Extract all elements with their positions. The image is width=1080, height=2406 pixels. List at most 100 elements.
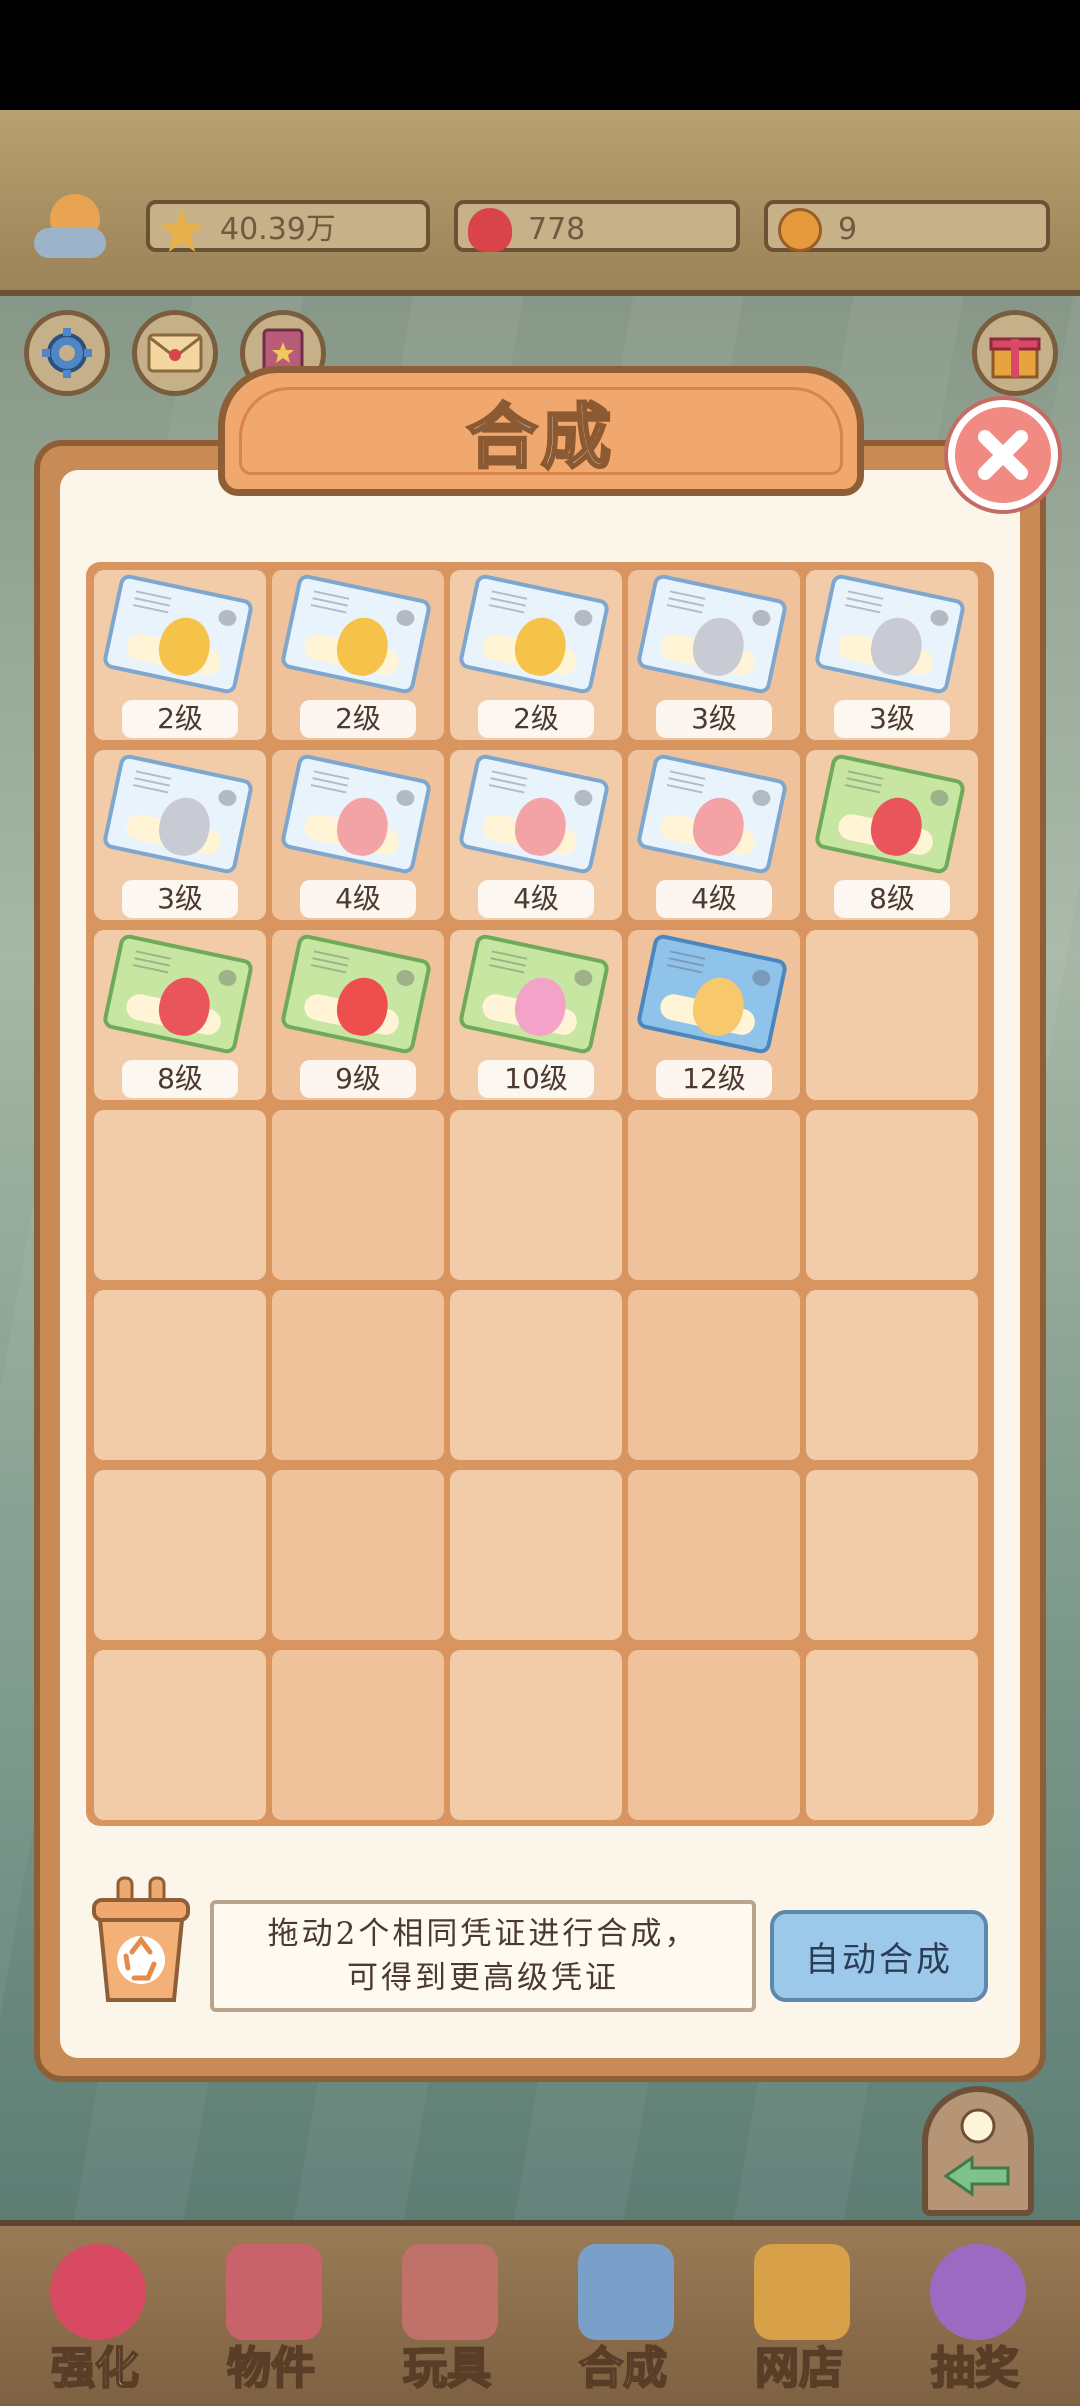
- envelope-icon: [147, 333, 203, 373]
- grid-cell[interactable]: [806, 1110, 978, 1280]
- grid-cell[interactable]: [628, 1110, 800, 1280]
- coins-value: 9: [838, 212, 858, 247]
- grid-cell[interactable]: [628, 1470, 800, 1640]
- stars-counter: 40.39万: [146, 200, 430, 252]
- merge-grid: 2级 2级 2级 3级 3级 3级 4级 4级 4级 8级 8级 9级 10级 12级: [86, 562, 994, 1826]
- top-resource-bar: 40.39万 778 9: [0, 110, 1080, 296]
- merge-card[interactable]: [457, 572, 614, 700]
- grid-cell[interactable]: [272, 1470, 444, 1640]
- grid-cell[interactable]: [450, 1110, 622, 1280]
- card-level-label: 3级: [834, 700, 950, 738]
- grid-cell[interactable]: 4级: [450, 750, 622, 920]
- weather-icon[interactable]: [30, 194, 114, 274]
- grid-cell[interactable]: [628, 1290, 800, 1460]
- nav-item[interactable]: 抽奖: [890, 2226, 1060, 2406]
- egg-card-icon: [279, 752, 433, 876]
- gift-icon: [989, 337, 1041, 379]
- grid-cell[interactable]: 4级: [628, 750, 800, 920]
- prize-wheel-icon: [930, 2244, 1026, 2340]
- merge-card[interactable]: [813, 752, 970, 880]
- gift-button[interactable]: [972, 310, 1058, 396]
- door-arrow-icon: [943, 2108, 1010, 2197]
- recycle-icon: [92, 1876, 190, 2002]
- grid-cell[interactable]: 3级: [806, 570, 978, 740]
- auto-merge-button[interactable]: 自动合成: [770, 1910, 988, 2002]
- nav-label: 玩具: [402, 2342, 492, 2395]
- egg-card-icon: [457, 572, 611, 696]
- grid-cell[interactable]: 10级: [450, 930, 622, 1100]
- merge-card[interactable]: [635, 932, 792, 1060]
- grid-cell[interactable]: [272, 1650, 444, 1820]
- hint-line-1: 拖动2个相同凭证进行合成，: [267, 1916, 699, 1952]
- grid-cell[interactable]: [806, 1650, 978, 1820]
- merge-card[interactable]: [279, 572, 436, 700]
- merge-card[interactable]: [635, 572, 792, 700]
- merge-card[interactable]: [813, 572, 970, 700]
- grid-cell[interactable]: [806, 1290, 978, 1460]
- egg-card-icon: [101, 752, 255, 876]
- grid-cell[interactable]: [272, 1290, 444, 1460]
- nav-item[interactable]: 物件: [186, 2226, 356, 2406]
- grid-cell[interactable]: 3级: [94, 750, 266, 920]
- grid-cell[interactable]: 2级: [450, 570, 622, 740]
- recycle-bin[interactable]: [88, 1876, 194, 2006]
- egg-card-icon: [279, 572, 433, 696]
- close-button[interactable]: [948, 400, 1058, 510]
- merge-card[interactable]: [279, 932, 436, 1060]
- merge-hint: 拖动2个相同凭证进行合成， 可得到更高级凭证: [210, 1900, 756, 2012]
- grid-cell[interactable]: [628, 1650, 800, 1820]
- gear-icon: [42, 328, 92, 378]
- grid-cell[interactable]: [450, 1470, 622, 1640]
- grid-cell[interactable]: [272, 1110, 444, 1280]
- card-level-label: 4级: [478, 880, 594, 918]
- nav-label: 强化: [50, 2342, 140, 2395]
- nav-label: 物件: [226, 2342, 316, 2395]
- piano-icon: [226, 2244, 322, 2340]
- grid-cell[interactable]: [806, 930, 978, 1100]
- grid-cell[interactable]: 9级: [272, 930, 444, 1100]
- merge-card[interactable]: [101, 572, 258, 700]
- egg-card-icon: [457, 932, 611, 1056]
- merge-card[interactable]: [101, 932, 258, 1060]
- grid-cell[interactable]: [450, 1650, 622, 1820]
- grid-cell[interactable]: 3级: [628, 570, 800, 740]
- hearts-value: 778: [528, 212, 586, 247]
- panel-title: 合成: [466, 394, 615, 479]
- grid-cell[interactable]: [94, 1110, 266, 1280]
- merge-card[interactable]: [635, 752, 792, 880]
- nav-item[interactable]: 合成: [538, 2226, 708, 2406]
- exit-door-button[interactable]: [922, 2086, 1034, 2216]
- grid-cell[interactable]: 2级: [272, 570, 444, 740]
- merge-card[interactable]: [457, 932, 614, 1060]
- merge-card[interactable]: [457, 752, 614, 880]
- card-level-label: 4级: [300, 880, 416, 918]
- merge-card[interactable]: [101, 752, 258, 880]
- grid-cell[interactable]: [94, 1290, 266, 1460]
- card-level-label: 12级: [656, 1060, 772, 1098]
- egg-card-icon: [101, 572, 255, 696]
- merge-card[interactable]: [279, 752, 436, 880]
- grid-cell[interactable]: 4级: [272, 750, 444, 920]
- hearts-counter: 778: [454, 200, 740, 252]
- grid-cell[interactable]: 8级: [806, 750, 978, 920]
- nav-item[interactable]: 玩具: [362, 2226, 532, 2406]
- grid-cell[interactable]: [450, 1290, 622, 1460]
- mail-button[interactable]: [132, 310, 218, 396]
- egg-card-icon: [813, 572, 967, 696]
- grid-cell[interactable]: [94, 1650, 266, 1820]
- grid-cell[interactable]: [94, 1470, 266, 1640]
- grid-cell[interactable]: [806, 1470, 978, 1640]
- settings-button[interactable]: [24, 310, 110, 396]
- nav-label: 抽奖: [930, 2342, 1020, 2395]
- grid-cell[interactable]: 12级: [628, 930, 800, 1100]
- card-level-label: 2级: [478, 700, 594, 738]
- panel-title-plate: 合成: [218, 366, 864, 496]
- nav-item[interactable]: 网店: [714, 2226, 884, 2406]
- grid-cell[interactable]: 8级: [94, 930, 266, 1100]
- grid-cell[interactable]: 2级: [94, 570, 266, 740]
- card-level-label: 2级: [300, 700, 416, 738]
- egg-card-icon: [101, 932, 255, 1056]
- egg-card-icon: [635, 752, 789, 876]
- card-level-label: 3级: [656, 700, 772, 738]
- nav-item[interactable]: 强化: [10, 2226, 180, 2406]
